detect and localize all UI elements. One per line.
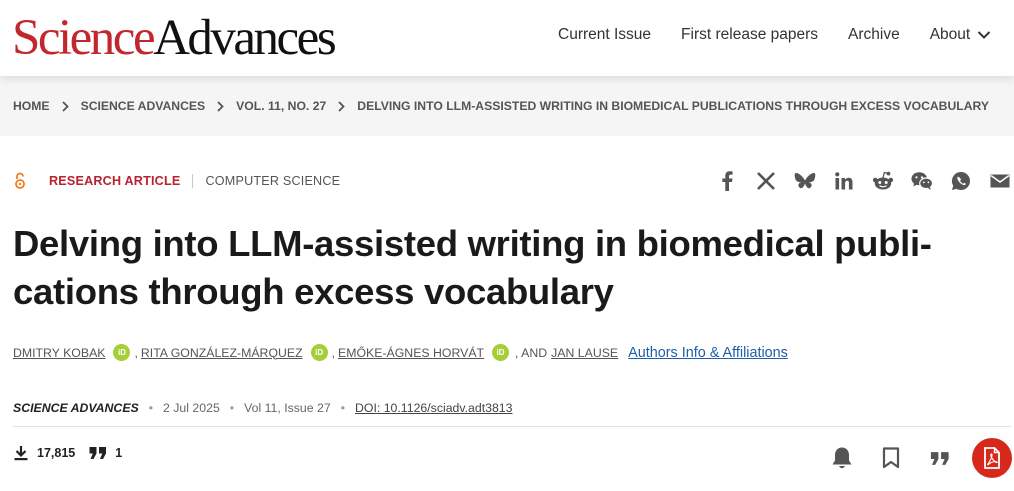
chevron-right-icon <box>338 100 346 112</box>
bluesky-icon[interactable] <box>794 170 816 192</box>
doi-link[interactable]: DOI: 10.1126/sciadv.adt3813 <box>355 401 512 415</box>
linkedin-icon[interactable] <box>833 170 855 192</box>
divider-line <box>13 426 1011 427</box>
author-separator: , <box>134 345 138 360</box>
chevron-right-icon <box>217 100 224 112</box>
article-subject[interactable]: COMPUTER SCIENCE <box>205 174 340 188</box>
article-title-line-2: cations through excess vocabulary <box>13 271 614 312</box>
reddit-icon[interactable] <box>872 170 894 192</box>
orcid-icon[interactable]: iD <box>113 344 131 361</box>
x-icon[interactable] <box>755 170 777 192</box>
cite-icon[interactable] <box>926 444 954 472</box>
authors-info-affiliations-link[interactable]: Authors Info & Affiliations <box>628 345 788 361</box>
author-name[interactable]: JAN LAUSE <box>551 346 618 360</box>
article-title-line-1: Delving into LLM-assisted writing in bio… <box>13 223 932 264</box>
publication-info: SCIENCE ADVANCES • 2 Jul 2025 • Vol 11, … <box>13 401 512 415</box>
chevron-down-icon <box>978 31 991 39</box>
nav-current-issue[interactable]: Current Issue <box>558 26 651 44</box>
orcid-icon[interactable]: iD <box>492 344 510 361</box>
author-name[interactable]: EMŐKE-ÁGNES HORVÁT <box>338 346 484 360</box>
orcid-icon[interactable]: iD <box>310 344 328 361</box>
downloads-count: 17,815 <box>37 446 76 460</box>
bullet-separator: • <box>340 401 346 415</box>
author-and: , AND <box>515 345 548 360</box>
journal-name: SCIENCE ADVANCES <box>13 401 139 415</box>
citations-count: 1 <box>115 446 123 460</box>
pdf-button[interactable] <box>972 438 1012 478</box>
divider <box>192 174 194 188</box>
email-icon[interactable] <box>989 170 1011 192</box>
article-title: Delving into LLM-assisted writing in bio… <box>13 220 1003 316</box>
nav-archive[interactable]: Archive <box>848 26 900 44</box>
article-actions <box>828 438 1012 478</box>
article-metrics: 17,815 1 <box>13 445 122 461</box>
volume-issue[interactable]: Vol 11, Issue 27 <box>244 401 331 415</box>
breadcrumb-band: HOME SCIENCE ADVANCES VOL. 11, NO. 27 DE… <box>0 76 1014 136</box>
breadcrumb-home[interactable]: HOME <box>13 99 50 113</box>
article-type: RESEARCH ARTICLE <box>49 174 181 188</box>
downloads-metric[interactable]: 17,815 <box>13 445 75 461</box>
science-advances-logo[interactable]: ScienceAdvances <box>12 8 337 68</box>
main-nav: Current Issue First release papers Archi… <box>558 26 991 44</box>
breadcrumb-journal[interactable]: SCIENCE ADVANCES <box>81 99 206 113</box>
download-icon <box>14 446 28 461</box>
quote-icon <box>89 447 107 459</box>
author-list: DMITRY KOBAK iD , RITA GONZÁLEZ-MÁRQUEZ … <box>13 344 788 361</box>
site-header: ScienceAdvances Current Issue First rele… <box>0 0 1014 76</box>
publication-date: 2 Jul 2025 <box>163 401 220 415</box>
bell-icon[interactable] <box>828 444 856 472</box>
wechat-icon[interactable] <box>911 170 933 192</box>
bullet-separator: • <box>229 401 235 415</box>
nav-about[interactable]: About <box>930 26 992 44</box>
pdf-icon <box>984 447 1000 469</box>
author-separator: , <box>331 345 336 360</box>
author-name[interactable]: RITA GONZÁLEZ-MÁRQUEZ <box>141 346 303 360</box>
breadcrumb: HOME SCIENCE ADVANCES VOL. 11, NO. 27 DE… <box>13 99 989 113</box>
bookmark-icon[interactable] <box>877 444 905 472</box>
nav-first-release-papers[interactable]: First release papers <box>681 26 818 44</box>
chevron-right-icon <box>61 100 69 112</box>
article-type-row: RESEARCH ARTICLE COMPUTER SCIENCE <box>13 172 340 190</box>
bullet-separator: • <box>148 401 154 415</box>
open-access-icon <box>15 172 25 189</box>
share-bar <box>716 170 1011 192</box>
author-name[interactable]: DMITRY KOBAK <box>13 346 105 360</box>
facebook-icon[interactable] <box>716 170 738 192</box>
whatsapp-icon[interactable] <box>950 170 972 192</box>
breadcrumb-issue[interactable]: VOL. 11, NO. 27 <box>236 99 326 113</box>
breadcrumb-article: DELVING INTO LLM-ASSISTED WRITING IN BIO… <box>357 99 989 113</box>
nav-about-label: About <box>929 26 971 43</box>
citations-metric[interactable]: 1 <box>89 446 122 460</box>
